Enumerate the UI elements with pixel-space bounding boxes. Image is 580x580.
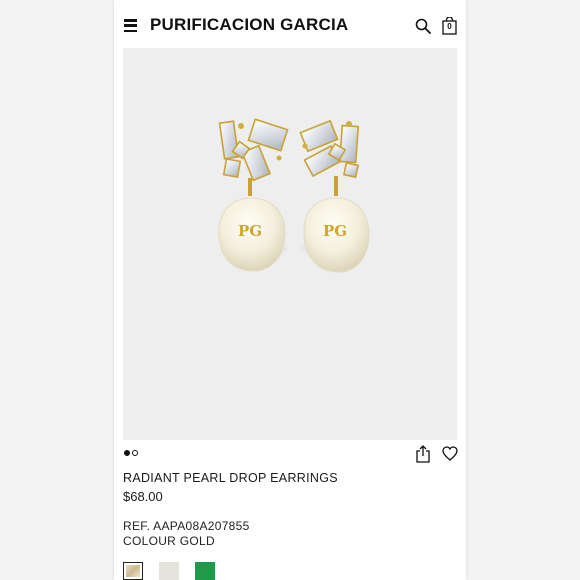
- app-header: PURIFICACION GARCIA 0: [114, 0, 466, 50]
- cart-count: 0: [447, 22, 452, 31]
- product-reference: REF. AAPA08A207855: [123, 519, 250, 533]
- swatch-gold[interactable]: [123, 562, 143, 580]
- image-pagination: [124, 450, 138, 456]
- earrings-photo: PG PG: [218, 118, 370, 273]
- right-earring: PG: [299, 119, 370, 273]
- background-right: [466, 0, 580, 580]
- pg-monogram: PG: [323, 222, 347, 240]
- product-page: PURIFICACION GARCIA 0 PG PG RADIANT PEAR…: [114, 0, 466, 580]
- swatch-white[interactable]: [159, 562, 179, 580]
- shopping-bag-button[interactable]: 0: [442, 16, 457, 35]
- pg-monogram: PG: [238, 222, 262, 240]
- product-image[interactable]: PG PG: [123, 48, 457, 440]
- product-price: $68.00: [123, 489, 163, 504]
- background-left: [0, 0, 114, 580]
- pagination-dot-1[interactable]: [124, 450, 130, 456]
- heart-icon[interactable]: [442, 446, 458, 461]
- swatch-gold-fill: [126, 565, 140, 577]
- product-colour: COLOUR GOLD: [123, 534, 215, 548]
- swatch-green-fill: [195, 562, 215, 580]
- product-title: RADIANT PEARL DROP EARRINGS: [123, 471, 338, 485]
- crystal-cluster: [299, 119, 360, 179]
- brand-logo[interactable]: PURIFICACION GARCIA: [150, 15, 348, 35]
- colour-swatches: [123, 562, 215, 580]
- hamburger-menu-icon[interactable]: [124, 19, 137, 32]
- search-icon[interactable]: [415, 18, 431, 34]
- pagination-dot-2[interactable]: [132, 450, 138, 456]
- left-earring: PG: [218, 118, 289, 272]
- swatch-white-fill: [159, 562, 179, 580]
- share-icon[interactable]: [415, 445, 431, 463]
- swatch-green[interactable]: [195, 562, 215, 580]
- crystal-cluster: [218, 118, 289, 182]
